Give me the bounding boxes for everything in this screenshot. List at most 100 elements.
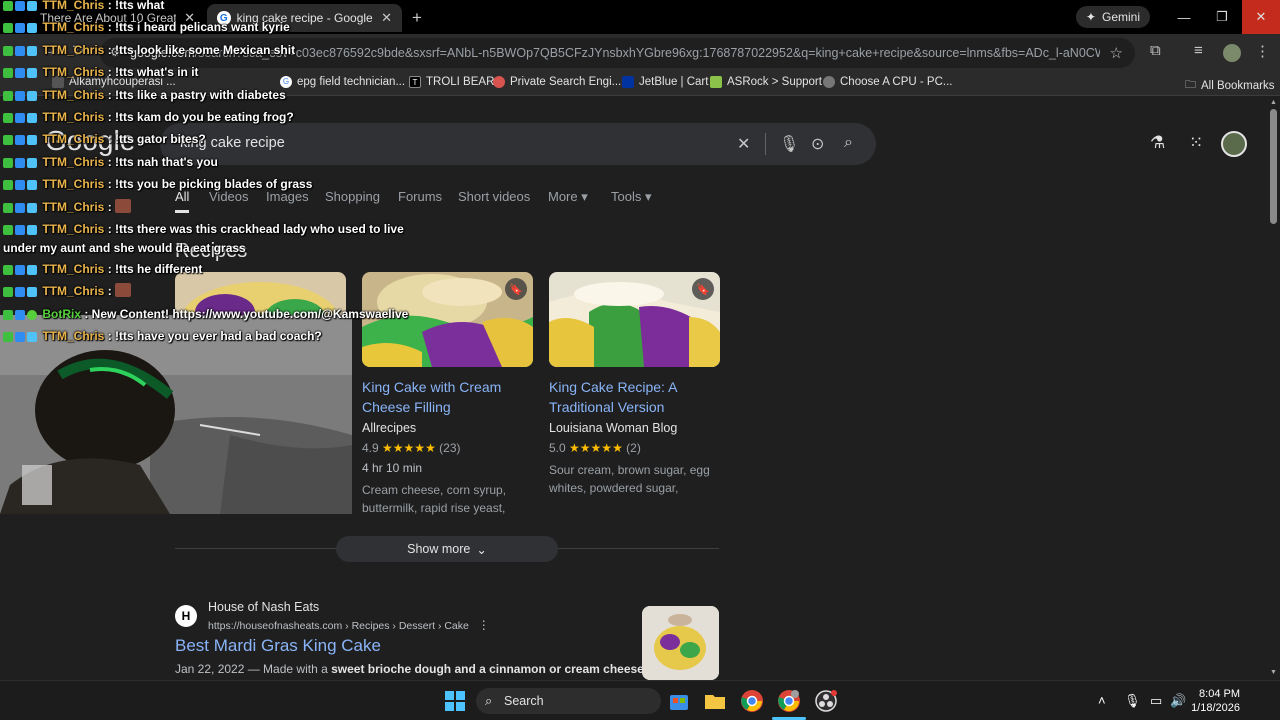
system-clock[interactable]: 8:04 PM 1/18/2026 [1191,687,1240,715]
chat-message: TTM_Chris : !tts nah that's you [3,152,423,174]
network-icon[interactable]: ▭ [1150,693,1162,709]
bookmark-item[interactable]: Choose A CPU - PC... [823,76,953,88]
bookmark-label: JetBlue | Cart [639,76,709,88]
scroll-up-icon[interactable]: ▲ [1270,99,1277,106]
windows-start-icon[interactable] [443,689,467,713]
result-site-name[interactable]: House of Nash Eats [208,600,319,614]
chat-text: : !tts i heard pelicans want kyrie [104,20,290,35]
shield-icon [493,76,505,88]
chat-badges [3,199,39,219]
page-scrollbar[interactable]: ▲ ▼ [1268,97,1280,680]
scrollbar-thumb[interactable] [1270,109,1277,224]
all-bookmarks[interactable]: 🗀 All Bookmarks [1185,76,1275,95]
recipe-ingredients: Sour cream, brown sugar, egg whites, pow… [549,463,710,495]
search-icon[interactable]: ⌕ [844,134,853,152]
result-breadcrumb: https://houseofnasheats.com › Recipes › … [208,618,490,632]
scroll-down-icon[interactable]: ▼ [1270,669,1277,676]
recipe-card[interactable]: 🔖 King Cake Recipe: A Traditional Versio… [549,272,720,497]
chat-username: TTM_Chris [42,65,105,80]
chat-text: : New Content! https://www.youtube.com/@… [81,306,409,321]
filter-tools-label: Tools [611,189,642,204]
store-icon[interactable] [667,689,691,713]
chat-text: : !tts what [104,0,165,12]
chat-message: TTM_Chris : !tts you be picking blades o… [3,174,423,196]
taskbar-search[interactable]: ⌕ Search [476,688,661,714]
chrome-icon[interactable] [740,689,764,713]
folder-icon: 🗀 [1185,79,1196,91]
chat-username: TTM_Chris [42,177,105,192]
chat-username: TTM_Chris [42,0,105,12]
chat-message: TTM_Chris : !tts like a pastry with diab… [3,85,423,107]
chat-text: : !tts have you ever had a bad coach? [104,329,322,344]
bookmark-icon[interactable]: 🔖 [692,278,714,300]
result-title[interactable]: Best Mardi Gras King Cake [175,636,381,656]
rating-value: 5.0 [549,441,566,455]
pcpp-icon [823,76,835,88]
account-avatar[interactable] [1221,131,1247,157]
recipe-image: 🔖 [549,272,720,367]
filter-more[interactable]: More ▾ [548,189,588,205]
minimize-button[interactable]: — [1165,0,1203,34]
chat-text: : !tts what's in it [104,65,199,80]
bookmark-label: Private Search Engi... [510,76,622,88]
crumb-text: https://houseofnasheats.com › Recipes › … [208,620,469,632]
bookmark-item[interactable]: JetBlue | Cart [622,76,708,88]
chat-username: TTM_Chris [42,20,105,35]
chat-message: TTM_Chris : [3,197,423,219]
windows-taskbar: ⌕ Search ˄ 🎙 ▭ 🔊 8:04 PM 1/18/2026 [0,680,1280,720]
bookmark-item[interactable]: Private Search Engi... [493,76,621,88]
restore-button[interactable]: ❐ [1203,0,1241,34]
bookmark-icon[interactable]: 🔖 [505,278,527,300]
filter-tools[interactable]: Tools ▾ [611,189,652,205]
volume-icon[interactable]: 🔊 [1170,693,1186,709]
recipe-ingredients: Cream cheese, corn syrup, buttermilk, ra… [362,483,507,515]
microphone-icon[interactable]: 🎙 [779,134,799,154]
stream-chat-overlay: TTM_Chris : !tts what TTM_Chris : !tts i… [3,0,423,349]
file-explorer-icon[interactable] [703,689,727,713]
chat-username: TTM_Chris [42,199,105,214]
extensions-icon[interactable]: ⧉ [1150,42,1161,59]
chat-badges [3,328,39,348]
profile-avatar[interactable] [1223,44,1241,62]
chat-message: TTM_Chris : !tts what [3,0,423,17]
clear-icon[interactable]: ✕ [737,134,750,154]
show-more-button[interactable]: Show more ⌄ [336,536,558,562]
chrome-profile-icon[interactable] [777,689,801,713]
chat-username: TTM_Chris [42,284,105,299]
bookmark-label: TROLI BEAR [426,76,495,88]
snippet-date: Jan 22, 2022 — Made with a [175,662,332,676]
recipe-title[interactable]: King Cake Recipe: A Traditional Version [549,377,720,417]
chat-badges [3,0,39,17]
labs-icon[interactable]: ⚗ [1150,133,1165,153]
menu-icon[interactable]: ⋮ [1255,42,1270,60]
cake-thumbnail-photo [642,606,719,680]
chat-message: TTM_Chris : !tts gator bites? [3,129,423,151]
chevron-down-icon: ⌄ [476,542,487,557]
apps-grid-icon[interactable]: ⁙ [1189,133,1203,153]
lens-icon[interactable]: ⊙ [811,134,824,154]
chat-message: TTM_Chris : !tts have you ever had a bad… [3,326,423,348]
jetblue-icon [622,76,634,88]
result-snippet: Jan 22, 2022 — Made with a sweet brioche… [175,662,644,676]
gemini-button[interactable]: ✦ Gemini [1075,6,1150,28]
close-window-button[interactable]: ✕ [1242,0,1280,34]
microphone-icon[interactable]: 🎙 [1124,693,1141,709]
chat-username: TTM_Chris [42,87,105,102]
chat-message: TTM_Chris : !tts kam do you be eating fr… [3,107,423,129]
chat-username: TTM_Chris [42,154,105,169]
bookmark-item[interactable]: ASRock > Support [710,76,822,88]
chat-username: TTM_Chris [42,110,105,125]
more-options-icon[interactable]: ⋮ [478,618,490,632]
recipe-title[interactable]: King Cake with Cream Cheese Filling [362,377,533,417]
result-thumbnail[interactable] [642,606,719,680]
obs-icon[interactable] [814,689,838,713]
chat-text: : !tts he different [104,262,203,277]
emote-icon [115,198,132,213]
bookmark-label: Choose A CPU - PC... [840,76,953,88]
media-icon[interactable]: ≡ [1194,42,1203,59]
chat-badges [3,176,39,196]
bookmark-star-icon[interactable]: ☆ [1110,44,1123,62]
asrock-icon [710,76,722,88]
chevron-up-icon[interactable]: ˄ [1098,693,1106,708]
filter-short-videos[interactable]: Short videos [458,189,530,204]
